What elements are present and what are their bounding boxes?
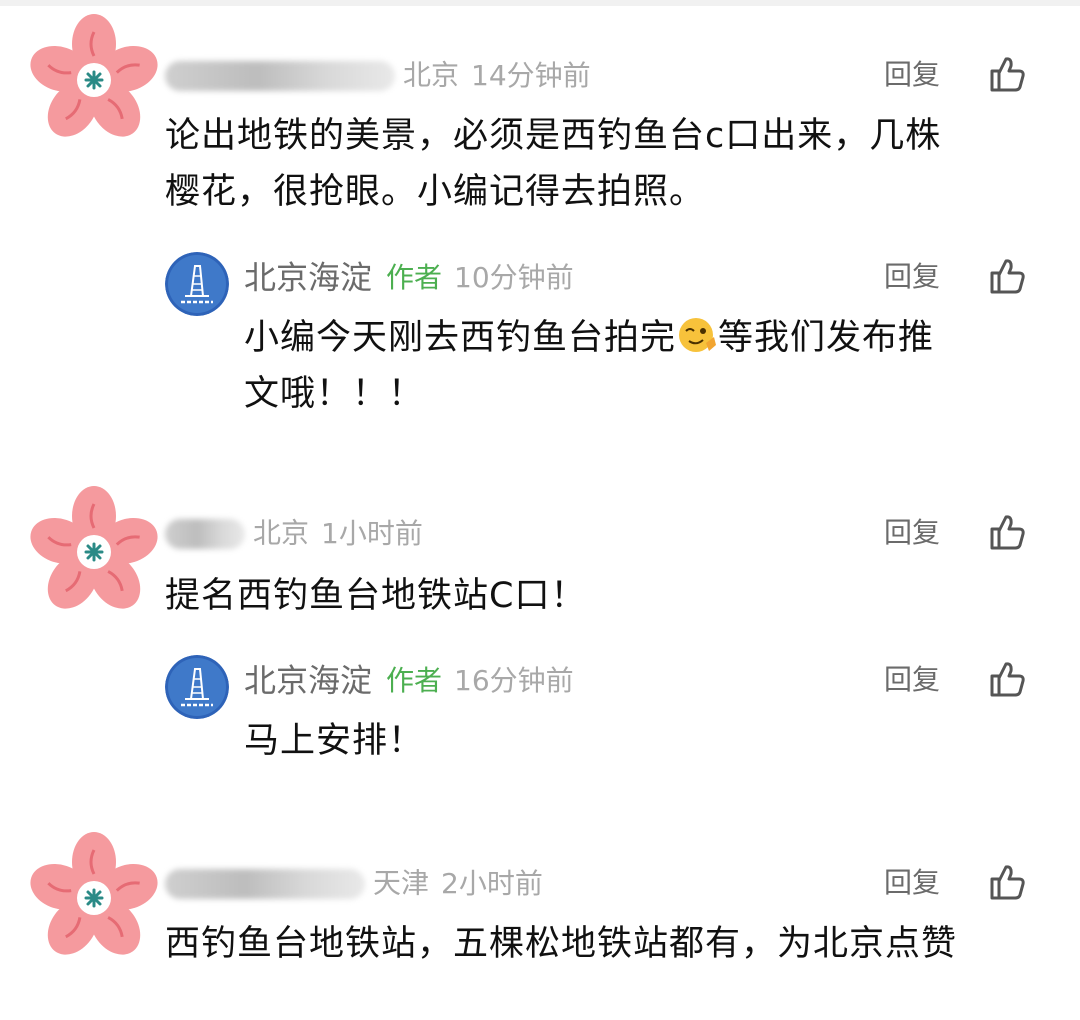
timestamp: 10分钟前 <box>454 260 574 294</box>
thumbs-up-icon[interactable] <box>986 256 1026 296</box>
timestamp: 16分钟前 <box>454 663 574 697</box>
reply-text-part: 等我们发布推 <box>718 318 935 358</box>
author-badge: 作者 <box>386 663 443 697</box>
timestamp: 14分钟前 <box>471 58 591 92</box>
pink-flower-avatar[interactable] <box>28 832 160 964</box>
comment-meta: 北京 1小时前 <box>165 508 423 558</box>
reply-button[interactable]: 回复 <box>884 655 940 705</box>
reply-text-line: 小编今天刚去西钓鱼台拍完 等我们发布推 <box>244 310 934 366</box>
reply-button[interactable]: 回复 <box>884 858 940 908</box>
haidian-logo-avatar[interactable] <box>165 655 229 719</box>
comment-meta: 北京 14分钟前 <box>165 50 591 100</box>
comment-text-line: 论出地铁的美景，必须是西钓鱼台c口出来，几株 <box>165 116 942 156</box>
location: 天津 <box>373 866 430 900</box>
thumbs-up-icon[interactable] <box>986 54 1026 94</box>
comment-text: 西钓鱼台地铁站，五棵松地铁站都有，为北京点赞 <box>165 924 958 964</box>
thumbs-up-icon[interactable] <box>986 512 1026 552</box>
comment-text: 论出地铁的美景，必须是西钓鱼台c口出来，几株 樱花，很抢眼。小编记得去拍照。 <box>165 108 941 220</box>
reply-button[interactable]: 回复 <box>884 508 940 558</box>
author-name[interactable]: 北京海淀 <box>244 662 372 700</box>
reply-text: 小编今天刚去西钓鱼台拍完 等我们发布推 文哦！！！ <box>244 310 934 422</box>
reply-text: 马上安排！ <box>244 721 425 761</box>
reply-meta: 北京海淀 作者 16分钟前 <box>244 655 574 705</box>
location: 北京 <box>403 58 460 92</box>
pink-flower-avatar[interactable] <box>28 14 160 146</box>
top-divider <box>0 0 1080 6</box>
author-badge: 作者 <box>386 260 443 294</box>
reply-meta: 北京海淀 作者 10分钟前 <box>244 252 574 302</box>
reply-text-part: 小编今天刚去西钓鱼台拍完 <box>244 318 677 358</box>
thumbs-up-icon[interactable] <box>986 862 1026 902</box>
reply-text-line: 文哦！！！ <box>244 374 425 414</box>
timestamp: 1小时前 <box>321 516 423 550</box>
timestamp: 2小时前 <box>441 866 543 900</box>
pink-flower-avatar[interactable] <box>28 486 160 618</box>
author-name[interactable]: 北京海淀 <box>244 259 372 297</box>
reply-button[interactable]: 回复 <box>884 50 940 100</box>
winking-face-emoji <box>679 318 717 352</box>
reply-button[interactable]: 回复 <box>884 252 940 302</box>
blurred-username[interactable] <box>165 518 245 549</box>
comment-text: 提名西钓鱼台地铁站C口！ <box>165 576 587 616</box>
comment-meta: 天津 2小时前 <box>165 858 543 908</box>
haidian-logo-avatar[interactable] <box>165 252 229 316</box>
blurred-username[interactable] <box>165 868 365 899</box>
thumbs-up-icon[interactable] <box>986 659 1026 699</box>
location: 北京 <box>253 516 310 550</box>
comment-text-line: 樱花，很抢眼。小编记得去拍照。 <box>165 172 706 212</box>
blurred-username[interactable] <box>165 60 395 91</box>
